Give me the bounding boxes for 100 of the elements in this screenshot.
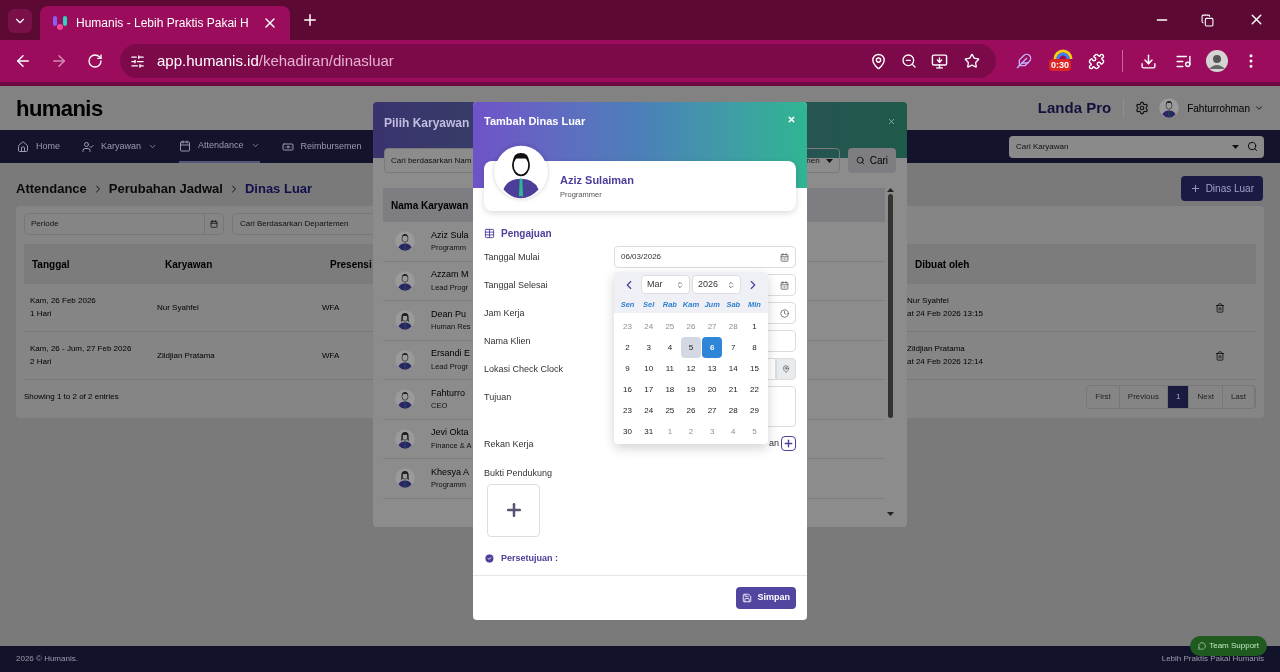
employee-cell: Nur Syahfei — [157, 301, 199, 314]
day-cell[interactable]: 24 — [638, 316, 659, 338]
day-cell[interactable]: 27 — [702, 400, 723, 422]
period-field[interactable]: Periode — [24, 213, 224, 235]
team-support-button[interactable]: Team Support — [1190, 636, 1267, 656]
nav-item[interactable]: Attendance — [179, 130, 260, 163]
day-cell[interactable]: 24 — [638, 400, 659, 422]
nav-item[interactable]: Home — [17, 130, 60, 163]
footer-tagline: Lebih Praktis Pakai Humanis — [1161, 653, 1264, 665]
field-label: Nama Klien — [484, 335, 532, 348]
breadcrumb-item[interactable]: Perubahan Jadwal — [108, 178, 223, 199]
pagination-button[interactable]: 1 — [1167, 386, 1190, 408]
employee-name[interactable]: Fahturro — [431, 386, 465, 401]
day-cell[interactable]: 1 — [659, 421, 680, 443]
dialog-title: Tambah Dinas Luar — [484, 114, 586, 129]
tab-title: Humanis - Lebih Praktis Pakai H — [76, 15, 250, 32]
day-cell[interactable]: 2 — [680, 421, 702, 443]
day-cell[interactable]: 5 — [744, 421, 765, 443]
day-cell[interactable]: 4 — [723, 421, 744, 443]
address-bar[interactable]: app.humanis.id/kehadiran/dinasluar — [120, 44, 996, 78]
pagination-button[interactable]: Next — [1189, 386, 1223, 408]
employee-cell: Zildjian Pratama — [157, 349, 215, 362]
day-cell[interactable]: 23 — [617, 400, 638, 422]
day-cell[interactable]: 22 — [744, 379, 765, 401]
logo[interactable]: humanis — [16, 91, 103, 125]
column-header: Nama Karyawan — [391, 198, 469, 213]
timer-badge: 0:30 — [1049, 59, 1071, 71]
day-cell[interactable]: 16 — [617, 379, 638, 401]
day-cell[interactable]: 2 — [617, 337, 638, 359]
date-cell: Kam, 26 - Jum, 27 Feb 2026 — [30, 343, 132, 355]
day-cell[interactable]: 28 — [723, 316, 744, 338]
day-cell[interactable]: 10 — [638, 358, 659, 380]
field-label: Tanggal Selesai — [484, 279, 549, 292]
date-field[interactable]: 06/03/2026 — [614, 246, 796, 268]
nav-item[interactable]: Reimbursemen — [281, 130, 362, 163]
field-label: Lokasi Check Clock — [484, 363, 565, 376]
day-cell[interactable]: 31 — [638, 421, 659, 443]
field-label: Tanggal Mulai — [484, 251, 541, 264]
employee-name[interactable]: Jevi Okta — [431, 426, 469, 440]
section-title: Pengajuan — [501, 227, 552, 241]
breadcrumb-item: Dinas Luar — [244, 179, 313, 198]
day-cell[interactable]: 21 — [723, 379, 744, 401]
day-cell[interactable]: 25 — [659, 400, 680, 422]
dialog-title: Pilih Karyawan — [384, 115, 470, 132]
day-cell[interactable]: 14 — [723, 358, 744, 380]
duration-cell: 2 Hari — [30, 356, 52, 368]
day-cell[interactable]: 13 — [702, 358, 723, 380]
copyright-text: 2026 © Humanis. — [16, 653, 78, 665]
save-button[interactable]: Simpan — [736, 587, 796, 609]
field-label: Bukti Pendukung — [484, 467, 553, 480]
day-cell[interactable]: 30 — [617, 421, 638, 443]
day-cell[interactable]: 20 — [702, 379, 723, 401]
day-cell[interactable]: 26 — [680, 400, 702, 422]
field-label: Tujuan — [484, 391, 513, 404]
search-button[interactable]: Cari — [847, 148, 896, 173]
day-cell[interactable]: 29 — [744, 400, 765, 422]
duration-cell: 1 Hari — [30, 308, 52, 320]
browser-tab[interactable]: Humanis - Lebih Praktis Pakai H — [40, 6, 290, 40]
column-header: Karyawan — [164, 257, 213, 272]
column-header: Presensi — [329, 257, 372, 272]
day-cell[interactable]: 6 — [702, 337, 723, 359]
day-cell[interactable]: 15 — [744, 358, 765, 380]
pagination-button[interactable]: First — [1087, 386, 1120, 408]
nav-item[interactable]: Karyawan — [82, 130, 158, 163]
employee-search-field[interactable]: Cari Karyawan — [1009, 135, 1264, 158]
created-by-cell: Zildjian Pratama — [907, 343, 965, 355]
field-label: Rekan Kerja — [484, 438, 535, 451]
day-cell[interactable]: 23 — [617, 316, 638, 338]
day-cell[interactable]: 3 — [638, 337, 659, 359]
day-cell[interactable]: 25 — [659, 316, 680, 338]
employee-name[interactable]: Ersandi E — [431, 347, 471, 361]
presence-cell: WFA — [322, 301, 340, 314]
day-cell[interactable]: 3 — [702, 421, 723, 443]
day-cell[interactable]: 9 — [617, 358, 638, 380]
employee-name[interactable]: Aziz Sula — [431, 228, 469, 243]
add-dinas-luar-button[interactable]: Dinas Luar — [1180, 176, 1263, 201]
employee-name[interactable]: Khesya A — [431, 465, 470, 480]
day-cell[interactable]: 28 — [723, 400, 744, 422]
approval-title: Persetujuan : — [501, 551, 558, 565]
day-cell[interactable]: 17 — [638, 379, 659, 401]
created-by-cell: Nur Syahfei — [907, 295, 949, 307]
day-cell[interactable]: 1 — [744, 316, 765, 338]
day-cell[interactable]: 7 — [723, 337, 744, 359]
user-menu[interactable]: Fahturrohman — [1187, 100, 1264, 116]
pagination-button[interactable]: Previous — [1119, 386, 1168, 408]
year-select[interactable]: 2026 — [692, 275, 741, 294]
breadcrumb-item[interactable]: Attendance — [16, 178, 87, 199]
day-cell[interactable]: 5 — [680, 337, 702, 359]
date-cell: Kam, 26 Feb 2026 — [30, 295, 96, 307]
day-cell[interactable]: 4 — [659, 337, 680, 359]
employee-name[interactable]: Dean Pu — [431, 307, 467, 322]
day-cell[interactable]: 19 — [680, 379, 702, 401]
day-cell[interactable]: 11 — [659, 358, 680, 380]
day-cell[interactable]: 12 — [680, 358, 702, 380]
day-cell[interactable]: 18 — [659, 379, 680, 401]
field-label: Jam Kerja — [484, 307, 526, 320]
pagination-button[interactable]: Last — [1222, 386, 1255, 408]
month-select[interactable]: Mar — [641, 275, 690, 294]
day-cell[interactable]: 8 — [744, 337, 765, 359]
employee-name[interactable]: Azzam M — [431, 268, 469, 282]
